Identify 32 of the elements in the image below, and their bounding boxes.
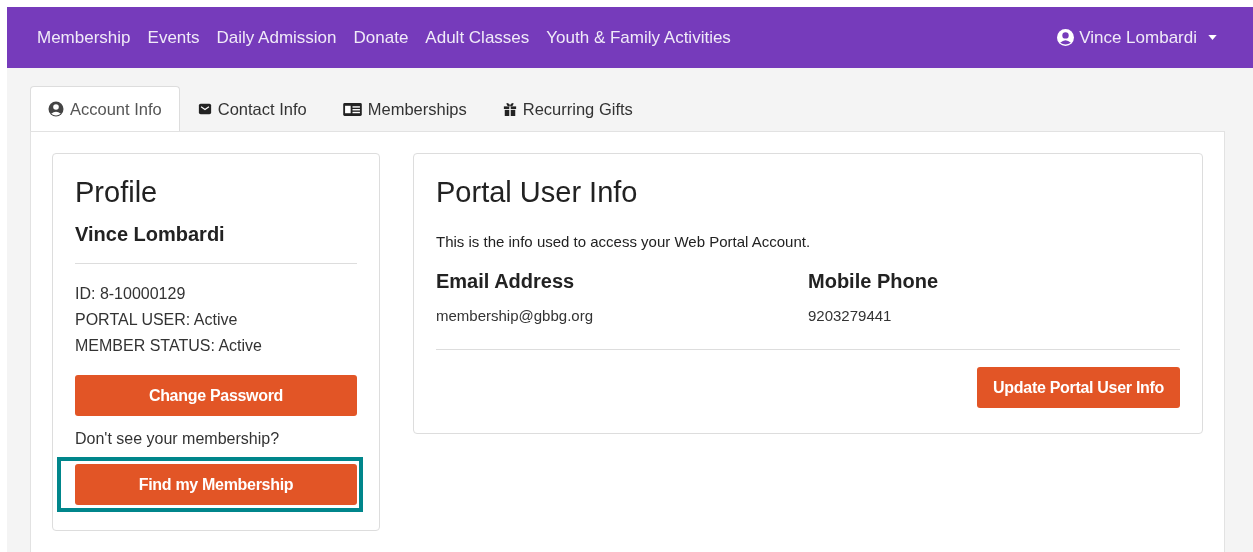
profile-detail: MEMBER STATUS: Active [75,336,263,356]
description-text: This is the info used to access your Web Portal Account. [436,233,812,250]
field-value: membership@gbbg.org [436,307,594,324]
card-title: Portal User Info [436,176,639,209]
profile-detail: PORTAL USER: Active [75,310,239,330]
tab[interactable]: Contact Info [179,86,325,131]
user-icon [48,101,64,117]
nav-link[interactable]: Daily Admission [216,27,337,48]
gift-icon [502,102,517,116]
id-card-icon [342,102,362,116]
nav-link[interactable]: Adult Classes [425,27,530,48]
field-label: Email Address [436,270,576,293]
update-info-button[interactable]: Update Portal User Info [977,367,1180,408]
tab[interactable]: Recurring Gifts [484,86,651,131]
field-label: Mobile Phone [808,270,939,293]
tab[interactable]: Memberships [324,86,485,131]
profile-name: Vince Lombardi [75,223,226,246]
user-icon [1057,29,1075,46]
change-password-button[interactable]: Change Password [75,375,357,416]
profile-detail: ID: 8-10000129 [75,284,187,304]
prompt-text: Don't see your membership? [75,430,281,448]
nav-link[interactable]: Donate [353,27,409,48]
card-title: Profile [75,176,159,209]
caret-icon [1208,35,1217,40]
field-value: 9203279441 [808,307,893,324]
nav-link[interactable]: Membership [37,27,131,48]
envelope-icon [197,102,212,116]
tab[interactable]: Account Info [30,86,180,131]
user-menu[interactable]: Vince Lombardi [1057,27,1217,48]
find-membership-button[interactable]: Find my Membership [75,464,357,505]
nav-link[interactable]: Youth & Family Activities [546,27,731,48]
nav-link[interactable]: Events [147,27,200,48]
